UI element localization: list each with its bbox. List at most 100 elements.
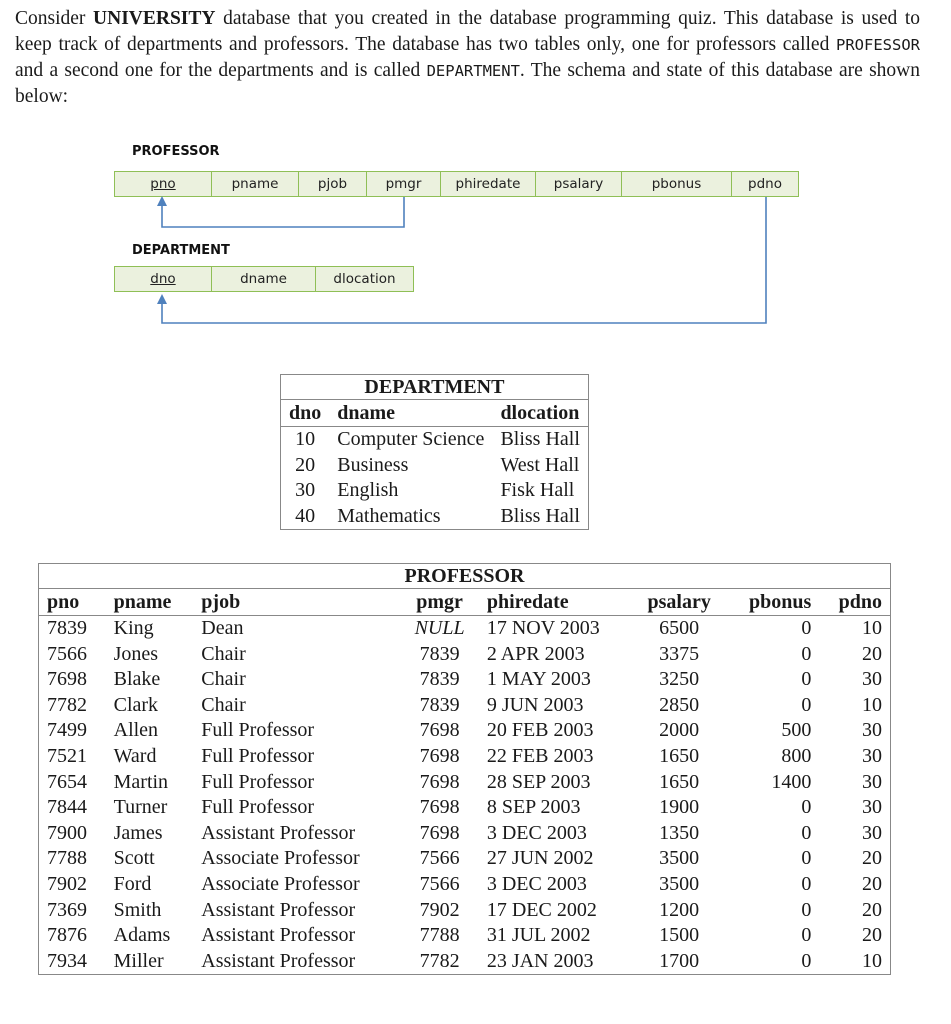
table-row: 7499 Allen Full Professor 7698 20 FEB 2003 20…: [39, 718, 891, 744]
cell-pdno: 20: [862, 872, 882, 895]
cell-pno: 7900: [47, 821, 87, 844]
cell-phiredate: 20 FEB 2003: [486, 719, 594, 742]
cell-phiredate: 27 JUN 2002: [486, 847, 594, 870]
cell-pbonus: 0: [801, 872, 812, 895]
cell-phiredate: 3 DEC 2003: [486, 872, 587, 895]
cell-pbonus: 800: [781, 744, 812, 767]
cell-pno: 7844: [47, 796, 87, 819]
cell-pname: Adams: [113, 924, 171, 947]
cell-pno: 7934: [47, 949, 87, 972]
cell-pname: Smith: [113, 898, 162, 921]
cell-dname: Business: [337, 453, 409, 476]
cell-psalary: 1900: [659, 796, 700, 819]
cell-dno: 30: [295, 479, 316, 502]
cell-phiredate: 23 JAN 2003: [486, 949, 594, 972]
cell-psalary: 3250: [659, 668, 700, 691]
cell-pno: 7902: [47, 872, 87, 895]
column-header-pmgr: pmgr: [400, 588, 479, 616]
cell-phiredate: 9 JUN 2003: [486, 693, 584, 716]
cell-psalary: 1200: [659, 898, 700, 921]
table-row: 30 English Fisk Hall: [281, 478, 589, 504]
cell-pjob: Assistant Professor: [201, 898, 356, 921]
cell-pno: 7876: [47, 924, 87, 947]
column-header-dname: dname: [329, 399, 493, 427]
cell-pname: Clark: [113, 693, 159, 716]
cell-pdno: 10: [862, 617, 882, 639]
department-table-title: DEPARTMENT: [280, 374, 589, 400]
cell-psalary: 3500: [659, 847, 700, 870]
cell-pno: 7839: [47, 617, 87, 639]
cell-dno: 20: [295, 453, 316, 476]
cell-pbonus: 0: [801, 796, 812, 819]
table-row: 7788 Scott Associate Professor 7566 27 JUN 2…: [39, 846, 891, 872]
cell-pmgr: 7698: [419, 744, 460, 767]
cell-pbonus: 0: [801, 924, 812, 947]
table-row: 7844 Turner Full Professor 7698 8 SEP 2003 19…: [39, 795, 891, 821]
cell-psalary: 3375: [659, 642, 700, 665]
cell-psalary: 2850: [659, 693, 700, 716]
cell-pjob: Dean: [201, 617, 244, 639]
cell-pname: James: [113, 821, 163, 844]
cell-dno: 40: [295, 504, 316, 527]
cell-phiredate: 2 APR 2003: [486, 642, 585, 665]
professor-table: PROFESSOR pno pname pjob pmgr phiredate psala…: [38, 563, 891, 976]
cell-pmgr: 7788: [419, 924, 460, 947]
table-row: 7369 Smith Assistant Professor 7902 17 DEC 2…: [39, 898, 891, 924]
cell-pmgr: 7698: [419, 770, 460, 793]
table-row: 7876 Adams Assistant Professor 7788 31 JUL 2…: [39, 923, 891, 949]
cell-psalary: 1350: [659, 821, 700, 844]
department-table: DEPARTMENT dno dname dlocation 10 Computer …: [280, 374, 589, 531]
professor-table-title: PROFESSOR: [38, 563, 891, 589]
cell-pjob: Chair: [201, 693, 246, 716]
column-header-pdno: pdno: [819, 588, 891, 616]
cell-dlocation: Fisk Hall: [500, 479, 575, 502]
cell-pjob: Assistant Professor: [201, 821, 356, 844]
cell-pjob: Chair: [201, 642, 246, 665]
cell-pbonus: 0: [801, 898, 812, 921]
cell-pdno: 30: [862, 744, 882, 767]
cell-psalary: 6500: [659, 617, 700, 639]
column-header-pbonus: pbonus: [726, 588, 820, 616]
table-row: 10 Computer Science Bliss Hall: [281, 427, 589, 453]
table-row: 7521 Ward Full Professor 7698 22 FEB 2003 165…: [39, 744, 891, 770]
cell-psalary: 1650: [659, 744, 700, 767]
cell-pname: Martin: [113, 770, 169, 793]
table-row: 7900 James Assistant Professor 7698 3 DEC 20…: [39, 821, 891, 847]
table-row: 7654 Martin Full Professor 7698 28 SEP 2003 1…: [39, 770, 891, 796]
cell-dlocation: West Hall: [500, 453, 580, 476]
cell-pname: Ward: [113, 744, 157, 767]
cell-pno: 7788: [47, 847, 87, 870]
cell-pdno: 30: [862, 821, 882, 844]
cell-pmgr: 7839: [419, 668, 460, 691]
table-row: 40 Mathematics Bliss Hall: [281, 504, 589, 530]
cell-pbonus: 0: [801, 642, 812, 665]
cell-pno: 7782: [47, 693, 87, 716]
cell-dlocation: Bliss Hall: [500, 428, 580, 450]
cell-pdno: 30: [862, 770, 882, 793]
cell-pmgr: 7698: [419, 719, 460, 742]
foreign-key-arrows: [157, 196, 767, 324]
cell-psalary: 1650: [659, 770, 700, 793]
cell-dname: Computer Science: [337, 428, 485, 450]
cell-pname: Miller: [113, 949, 164, 972]
cell-phiredate: 28 SEP 2003: [486, 770, 591, 793]
cell-pdno: 20: [862, 847, 882, 870]
table-row: 7566 Jones Chair 7839 2 APR 2003 3375 0 20: [39, 642, 891, 668]
cell-pjob: Full Professor: [201, 770, 315, 793]
cell-pmgr: 7839: [419, 693, 460, 716]
column-header-phiredate: phiredate: [478, 588, 633, 616]
cell-pbonus: 0: [801, 693, 812, 716]
table-row: 7782 Clark Chair 7839 9 JUN 2003 2850 0 10: [39, 693, 891, 719]
cell-pjob: Assistant Professor: [201, 949, 356, 972]
cell-pdno: 30: [862, 719, 882, 742]
cell-phiredate: 17 NOV 2003: [486, 617, 600, 639]
cell-pname: Jones: [113, 642, 159, 665]
cell-pdno: 20: [862, 898, 882, 921]
cell-dname: Mathematics: [337, 504, 441, 527]
cell-pjob: Full Professor: [201, 744, 315, 767]
column-header-pno: pno: [38, 588, 106, 616]
cell-pno: 7566: [47, 642, 87, 665]
cell-psalary: 3500: [659, 872, 700, 895]
cell-phiredate: 31 JUL 2002: [486, 924, 591, 947]
cell-pmgr: 7566: [419, 872, 460, 895]
